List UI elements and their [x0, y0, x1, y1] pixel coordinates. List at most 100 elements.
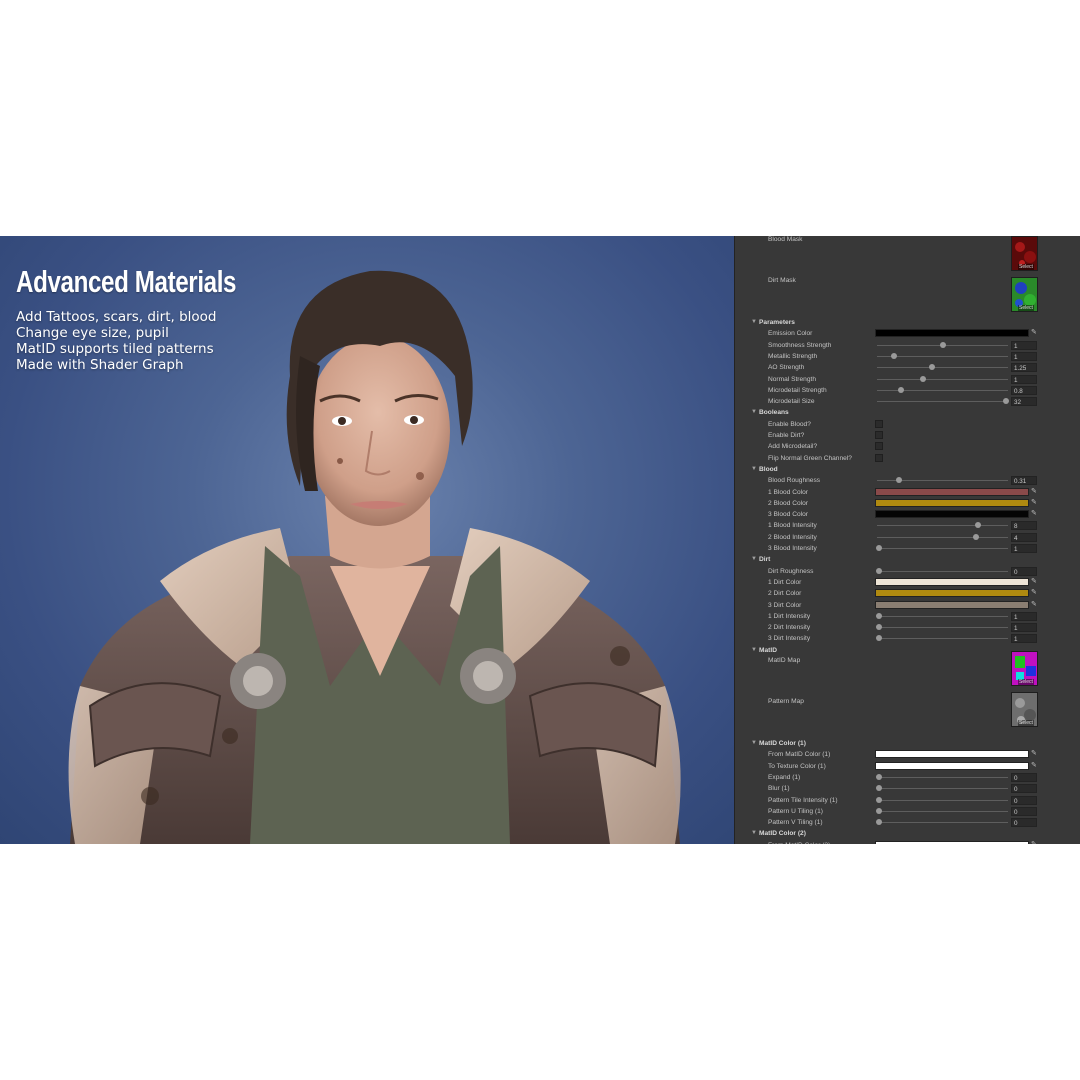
eyedropper-icon[interactable]: ✎ — [1031, 499, 1039, 507]
slider-track[interactable] — [877, 389, 1008, 391]
texture-select-button[interactable]: Select — [1018, 305, 1034, 311]
matid-map-texture-icon[interactable]: Select — [1011, 651, 1038, 686]
texture-select-button[interactable]: Select — [1018, 720, 1034, 726]
foldout-arrow-icon[interactable]: ▼ — [751, 407, 757, 418]
slider-handle[interactable] — [876, 807, 882, 814]
color-field[interactable] — [875, 329, 1029, 338]
foldout-arrow-icon[interactable]: ▼ — [751, 317, 757, 328]
slider-track[interactable] — [877, 401, 1008, 403]
slider-track[interactable] — [877, 638, 1008, 640]
value-field[interactable]: 0 — [1011, 784, 1037, 794]
section-header[interactable]: ▼ MatID Color (1) — [735, 738, 1080, 749]
slider-handle[interactable] — [896, 477, 903, 484]
slider-handle[interactable] — [920, 375, 927, 382]
slider-track[interactable] — [877, 570, 1008, 572]
eyedropper-icon[interactable]: ✎ — [1031, 601, 1039, 609]
slider-handle[interactable] — [897, 386, 904, 393]
eyedropper-icon[interactable]: ✎ — [1031, 510, 1039, 518]
value-field[interactable]: 0 — [1011, 566, 1037, 576]
slider-track[interactable] — [877, 536, 1008, 538]
value-field[interactable]: 32 — [1011, 397, 1037, 407]
slider-track[interactable] — [877, 615, 1008, 617]
slider-handle[interactable] — [876, 819, 882, 826]
slider-handle[interactable] — [929, 364, 936, 371]
slider-track[interactable] — [877, 776, 1008, 778]
section-header[interactable]: ▼ Booleans — [735, 407, 1080, 418]
slider-track[interactable] — [877, 367, 1008, 369]
section-header[interactable]: ▼ MatID Color (2) — [735, 828, 1080, 839]
value-field[interactable]: 1 — [1011, 351, 1037, 361]
value-field[interactable]: 4 — [1011, 532, 1037, 542]
foldout-arrow-icon[interactable]: ▼ — [751, 554, 757, 565]
section-header[interactable]: ▼ Blood — [735, 464, 1080, 475]
slider-handle[interactable] — [876, 545, 882, 551]
scene-viewport[interactable]: Advanced Materials Add Tattoos, scars, d… — [0, 236, 734, 844]
foldout-arrow-icon[interactable]: ▼ — [751, 738, 757, 749]
color-field[interactable] — [875, 600, 1029, 609]
blood-mask-texture-icon[interactable]: Select — [1011, 236, 1038, 271]
toggle-checkbox[interactable] — [875, 453, 883, 462]
slider-handle[interactable] — [975, 522, 982, 529]
value-field[interactable]: 0 — [1011, 806, 1037, 816]
slider-track[interactable] — [877, 810, 1008, 812]
eyedropper-icon[interactable]: ✎ — [1031, 329, 1039, 337]
slider-track[interactable] — [877, 525, 1008, 527]
value-field[interactable]: 1 — [1011, 611, 1037, 621]
toggle-checkbox[interactable] — [875, 419, 883, 428]
value-field[interactable]: 1.25 — [1011, 363, 1037, 373]
color-field[interactable] — [875, 510, 1029, 519]
value-field[interactable]: 1 — [1011, 544, 1037, 553]
color-field[interactable] — [875, 750, 1029, 759]
slider-handle[interactable] — [876, 785, 882, 792]
slider-handle[interactable] — [876, 635, 882, 642]
value-field[interactable]: 8 — [1011, 521, 1037, 531]
slider-track[interactable] — [877, 378, 1008, 380]
toggle-checkbox[interactable] — [875, 442, 883, 451]
texture-select-button[interactable]: Select — [1018, 679, 1034, 685]
slider-track[interactable] — [877, 548, 1008, 549]
slider-handle[interactable] — [891, 352, 898, 359]
toggle-checkbox[interactable] — [875, 431, 883, 439]
color-field[interactable] — [875, 840, 1029, 844]
eyedropper-icon[interactable]: ✎ — [1031, 578, 1039, 586]
slider-track[interactable] — [877, 822, 1008, 824]
slider-handle[interactable] — [876, 796, 882, 803]
slider-track[interactable] — [877, 788, 1008, 790]
value-field[interactable]: 1 — [1011, 340, 1037, 350]
slider-handle[interactable] — [876, 773, 882, 780]
value-field[interactable]: 0 — [1011, 818, 1037, 828]
slider-handle[interactable] — [876, 567, 882, 574]
value-field[interactable]: 1 — [1011, 634, 1037, 644]
slider-track[interactable] — [877, 627, 1008, 629]
color-field[interactable] — [875, 577, 1029, 586]
foldout-arrow-icon[interactable]: ▼ — [751, 828, 757, 839]
eyedropper-icon[interactable]: ✎ — [1031, 762, 1039, 770]
value-field[interactable]: 1 — [1011, 374, 1037, 384]
section-header[interactable]: ▼ Dirt — [735, 554, 1080, 565]
texture-select-button[interactable]: Select — [1018, 264, 1034, 270]
color-field[interactable] — [875, 761, 1029, 770]
value-field[interactable]: 0 — [1011, 772, 1037, 782]
value-field[interactable]: 1 — [1011, 623, 1037, 633]
slider-handle[interactable] — [939, 341, 946, 348]
value-field[interactable]: 0.31 — [1011, 476, 1037, 486]
eyedropper-icon[interactable]: ✎ — [1031, 589, 1039, 597]
value-field[interactable]: 0.8 — [1011, 385, 1037, 395]
slider-track[interactable] — [877, 799, 1008, 801]
foldout-arrow-icon[interactable]: ▼ — [751, 464, 757, 475]
value-field[interactable]: 0 — [1011, 795, 1037, 805]
color-field[interactable] — [875, 487, 1029, 496]
eyedropper-icon[interactable]: ✎ — [1031, 841, 1039, 844]
section-header[interactable]: ▼ Parameters — [735, 317, 1080, 328]
color-field[interactable] — [875, 589, 1029, 598]
foldout-arrow-icon[interactable]: ▼ — [751, 645, 757, 656]
color-field[interactable] — [875, 498, 1029, 507]
eyedropper-icon[interactable]: ✎ — [1031, 488, 1039, 496]
slider-handle[interactable] — [876, 612, 882, 619]
eyedropper-icon[interactable]: ✎ — [1031, 750, 1039, 758]
dirt-mask-texture-icon[interactable]: Select — [1011, 277, 1038, 312]
slider-handle[interactable] — [876, 624, 882, 631]
slider-handle[interactable] — [1003, 398, 1009, 405]
slider-handle[interactable] — [972, 533, 979, 540]
pattern-map-texture-icon[interactable]: Select — [1011, 692, 1038, 727]
